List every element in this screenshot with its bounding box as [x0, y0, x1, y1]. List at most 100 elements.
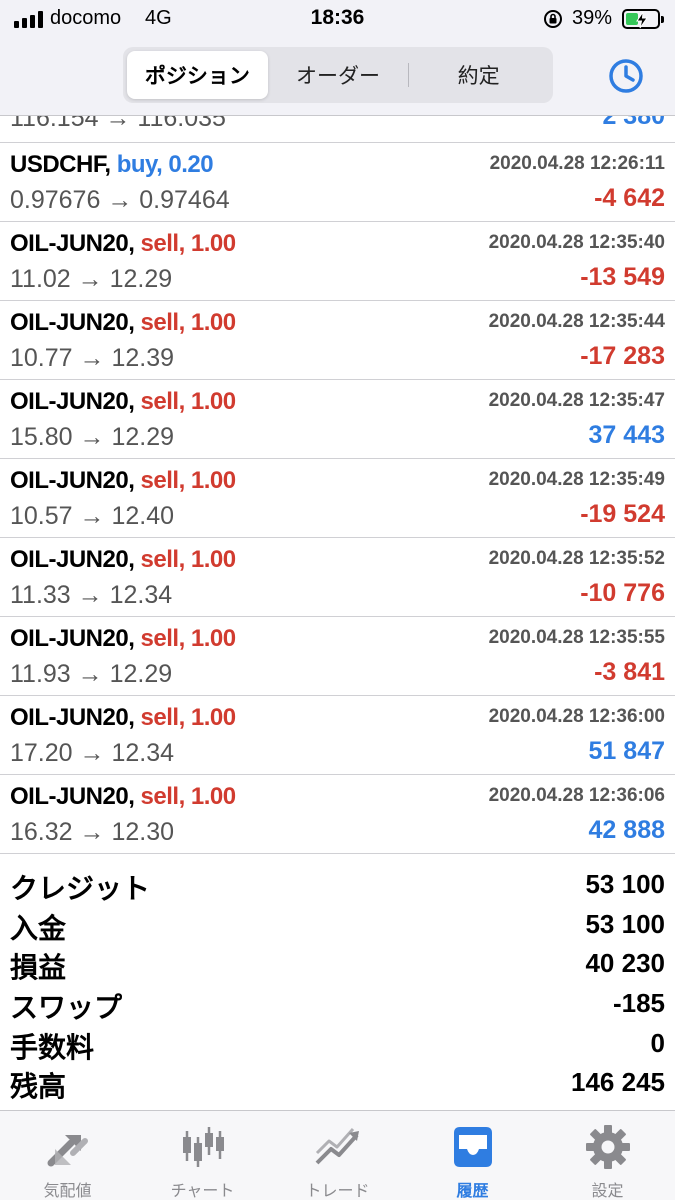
- tab-bar: 気配値 チャート トレード 履歴 設定: [0, 1110, 675, 1200]
- trade-prices: 11.93 → 12.29: [10, 660, 173, 688]
- trade-profit: -10 776: [580, 579, 665, 607]
- rotation-lock-icon: [544, 10, 562, 28]
- trade-time: 2020.04.28 12:35:55: [488, 627, 665, 648]
- list-item[interactable]: OIL-JUN20, sell, 1.00 2020.04.28 12:35:40…: [0, 222, 675, 301]
- summary-label: クレジット: [10, 873, 151, 904]
- quotes-arrows-icon: [47, 1135, 88, 1167]
- tab-orders[interactable]: オーダー: [268, 51, 409, 99]
- tab-label: 履歴: [456, 1183, 489, 1200]
- summary-row: クレジット 53 100: [0, 865, 675, 905]
- trade-history-list: 116.154 → 116.035 2 380 USDCHF, buy, 0.2…: [0, 116, 675, 854]
- summary-label: 損益: [10, 952, 67, 984]
- trade-side: sell, 1.00: [140, 230, 237, 257]
- history-inbox-icon: [453, 1127, 492, 1167]
- list-item[interactable]: OIL-JUN20, sell, 1.00 2020.04.28 12:36:00…: [0, 696, 675, 775]
- trade-prices: 116.154 → 116.035: [10, 116, 226, 132]
- trade-side: sell, 1.00: [140, 783, 237, 810]
- tab-deals[interactable]: 約定: [408, 51, 549, 99]
- trade-symbol: OIL-JUN20,: [10, 625, 135, 652]
- list-item[interactable]: OIL-JUN20, sell, 1.00 2020.04.28 12:35:52…: [0, 538, 675, 617]
- trade-profit: 42 888: [588, 816, 665, 844]
- trade-symbol: OIL-JUN20,: [10, 783, 135, 810]
- trade-header: OIL-JUN20, sell, 1.00: [10, 467, 236, 495]
- trade-prices: 10.57 → 12.40: [10, 502, 175, 530]
- trade-profit: 2 380: [602, 116, 665, 130]
- trade-symbol: OIL-JUN20,: [10, 230, 135, 257]
- summary-label: 手数料: [10, 1031, 95, 1063]
- battery-percent: 39%: [572, 7, 613, 29]
- account-summary: クレジット 53 100 入金 53 100 損益 40 230 スワップ -185 手数料 0 残…: [0, 865, 675, 1103]
- list-item[interactable]: USDCHF, buy, 0.20 2020.04.28 12:26:11 0.97…: [0, 143, 675, 222]
- trade-side: buy, 0.20: [116, 151, 214, 178]
- trade-prices: 16.32 → 12.30: [10, 818, 175, 846]
- trade-profit: -17 283: [580, 342, 665, 370]
- trade-time: 2020.04.28 12:26:11: [489, 153, 665, 174]
- list-item[interactable]: OIL-JUN20, sell, 1.00 2020.04.28 12:35:49…: [0, 459, 675, 538]
- list-item[interactable]: OIL-JUN20, sell, 1.00 2020.04.28 12:35:55…: [0, 617, 675, 696]
- header: ポジション オーダー 約定: [0, 38, 675, 116]
- tab-quotes[interactable]: 気配値: [0, 1111, 135, 1200]
- tab-history[interactable]: 履歴: [405, 1111, 540, 1200]
- trade-profit: 37 443: [588, 421, 665, 449]
- summary-row: 損益 40 230: [0, 944, 675, 984]
- trade-symbol: OIL-JUN20,: [10, 388, 135, 415]
- trade-header: OIL-JUN20, sell, 1.00: [10, 388, 236, 416]
- trade-symbol: OIL-JUN20,: [10, 546, 135, 573]
- segmented-control: ポジション オーダー 約定: [123, 47, 553, 103]
- trade-symbol: OIL-JUN20,: [10, 704, 135, 731]
- trade-prices: 0.97676 → 0.97464: [10, 186, 230, 214]
- summary-value: 0: [650, 1027, 665, 1058]
- trade-profit: -4 642: [594, 184, 665, 212]
- summary-value: -185: [612, 988, 665, 1019]
- trade-profit: -13 549: [580, 263, 665, 291]
- trade-profit: -19 524: [580, 500, 665, 528]
- trade-side: sell, 1.00: [140, 625, 237, 652]
- tab-label: チャート: [170, 1183, 235, 1200]
- list-item[interactable]: 116.154 → 116.035 2 380: [0, 116, 675, 143]
- tab-chart[interactable]: チャート: [135, 1111, 270, 1200]
- trade-header: OIL-JUN20, sell, 1.00: [10, 783, 236, 811]
- clock-icon[interactable]: [606, 56, 646, 96]
- trade-time: 2020.04.28 12:35:40: [488, 232, 665, 253]
- gear-icon: [585, 1125, 630, 1169]
- trade-profit: 51 847: [588, 737, 665, 765]
- list-item[interactable]: OIL-JUN20, sell, 1.00 2020.04.28 12:36:06…: [0, 775, 675, 854]
- trade-header: OIL-JUN20, sell, 1.00: [10, 309, 236, 337]
- summary-value: 40 230: [585, 948, 665, 979]
- status-bar: docomo 4G 18:36 39%: [0, 0, 675, 38]
- trade-prices: 17.20 → 12.34: [10, 739, 175, 767]
- summary-label: スワップ: [10, 992, 123, 1024]
- tab-settings[interactable]: 設定: [540, 1111, 675, 1200]
- trade-prices: 11.02 → 12.29: [10, 265, 173, 293]
- summary-label: 残高: [10, 1071, 67, 1103]
- trade-side: sell, 1.00: [140, 704, 237, 731]
- trade-profit: -3 841: [594, 658, 665, 686]
- summary-value: 53 100: [585, 869, 665, 899]
- trade-side: sell, 1.00: [140, 546, 237, 573]
- trade-symbol: OIL-JUN20,: [10, 309, 135, 336]
- trade-symbol: OIL-JUN20,: [10, 467, 135, 494]
- battery-icon: [622, 9, 664, 29]
- summary-row: スワップ -185: [0, 984, 675, 1024]
- list-item[interactable]: OIL-JUN20, sell, 1.00 2020.04.28 12:35:44…: [0, 301, 675, 380]
- list-item[interactable]: OIL-JUN20, sell, 1.00 2020.04.28 12:35:47…: [0, 380, 675, 459]
- trade-chart-icon: [315, 1128, 359, 1165]
- tab-positions[interactable]: ポジション: [127, 51, 268, 99]
- summary-row: 残高 146 245: [0, 1063, 675, 1103]
- trade-header: OIL-JUN20, sell, 1.00: [10, 230, 236, 258]
- candlestick-chart-icon: [182, 1127, 224, 1167]
- trade-header: OIL-JUN20, sell, 1.00: [10, 546, 236, 574]
- tab-trade[interactable]: トレード: [270, 1111, 405, 1200]
- tab-label: トレード: [305, 1183, 370, 1200]
- tab-label: 設定: [591, 1183, 624, 1200]
- trade-time: 2020.04.28 12:36:00: [488, 706, 665, 727]
- trade-side: sell, 1.00: [140, 388, 237, 415]
- summary-value: 146 245: [571, 1067, 665, 1098]
- tab-label: 気配値: [43, 1183, 92, 1200]
- summary-value: 53 100: [585, 908, 665, 939]
- trade-time: 2020.04.28 12:35:49: [488, 469, 665, 490]
- trade-time: 2020.04.28 12:35:47: [488, 390, 665, 411]
- trade-symbol: USDCHF,: [10, 151, 111, 178]
- summary-row: 入金 53 100: [0, 905, 675, 945]
- summary-label: 入金: [10, 912, 67, 944]
